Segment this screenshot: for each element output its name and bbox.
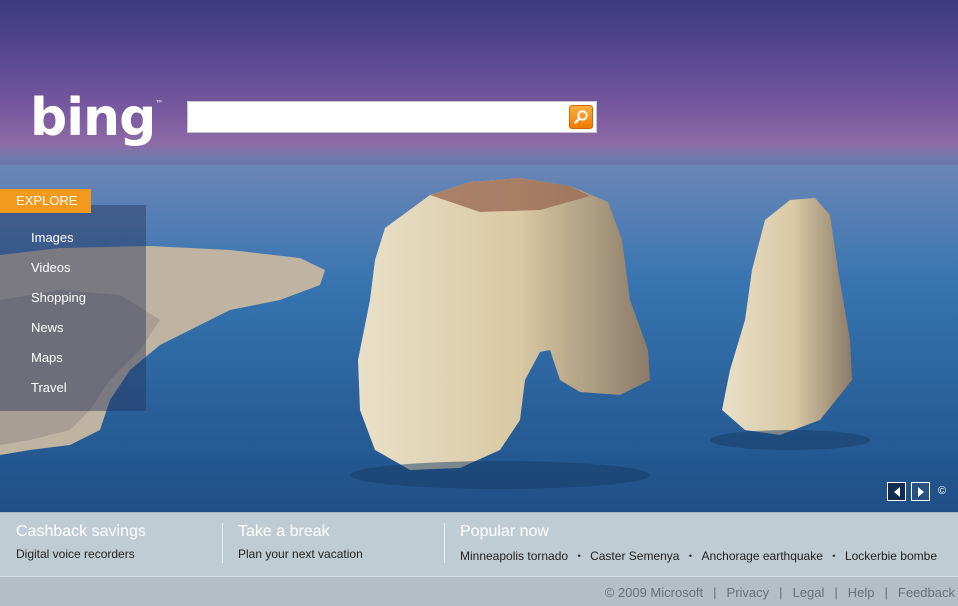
cashback-heading[interactable]: Cashback savings — [16, 523, 146, 541]
explore-item-videos[interactable]: Videos — [31, 260, 71, 275]
copyright-icon[interactable]: © — [938, 485, 946, 497]
footer-links: © 2009 Microsoft | Privacy | Legal | Help | Feed… — [604, 585, 955, 600]
next-image-button[interactable] — [911, 482, 930, 501]
vacation-link[interactable]: Plan your next vacation — [238, 547, 363, 561]
previous-image-button[interactable] — [887, 482, 906, 501]
explore-item-shopping[interactable]: Shopping — [31, 290, 86, 305]
take-a-break-column: Take a break Plan your next vacation — [238, 523, 363, 565]
popular-item[interactable]: Anchorage earthquake — [701, 549, 822, 563]
bottom-bar: Cashback savings Digital voice recorders… — [0, 512, 958, 576]
popular-now-column: Popular now Minneapolis tornado ・ Caster S… — [460, 523, 950, 565]
divider — [444, 523, 445, 563]
explore-item-news[interactable]: News — [31, 320, 64, 335]
popular-item[interactable]: Caster Semenya — [590, 549, 679, 563]
search-box — [187, 101, 597, 133]
search-input[interactable] — [190, 104, 564, 130]
arrow-left-icon — [894, 487, 900, 497]
cashback-link[interactable]: Digital voice recorders — [16, 547, 146, 561]
explore-tab[interactable]: EXPLORE — [0, 189, 91, 213]
feedback-link[interactable]: Feedback — [898, 585, 955, 600]
magnifier-icon — [574, 110, 588, 124]
background-image: bing™ Images Videos Shopping News Maps T… — [0, 0, 958, 512]
popular-item[interactable]: Minneapolis tornado — [460, 549, 568, 563]
popular-item[interactable]: Lockerbie bombe — [845, 549, 937, 563]
explore-panel: Images Videos Shopping News Maps Travel — [0, 205, 146, 411]
cashback-column: Cashback savings Digital voice recorders — [16, 523, 146, 565]
divider — [222, 523, 223, 563]
bing-logo[interactable]: bing™ — [30, 92, 163, 144]
take-a-break-heading[interactable]: Take a break — [238, 523, 363, 541]
search-button[interactable] — [569, 105, 593, 129]
popular-now-list: Minneapolis tornado ・ Caster Semenya ・ Ancho… — [460, 549, 937, 563]
legal-link[interactable]: Legal — [793, 585, 825, 600]
explore-item-travel[interactable]: Travel — [31, 380, 67, 395]
popular-now-heading: Popular now — [460, 523, 549, 540]
explore-item-maps[interactable]: Maps — [31, 350, 63, 365]
explore-item-images[interactable]: Images — [31, 230, 74, 245]
arrow-right-icon — [918, 487, 924, 497]
help-link[interactable]: Help — [848, 585, 875, 600]
privacy-link[interactable]: Privacy — [727, 585, 770, 600]
copyright-text: © 2009 Microsoft — [604, 585, 704, 600]
footer: © 2009 Microsoft | Privacy | Legal | Help | Feed… — [0, 576, 958, 606]
